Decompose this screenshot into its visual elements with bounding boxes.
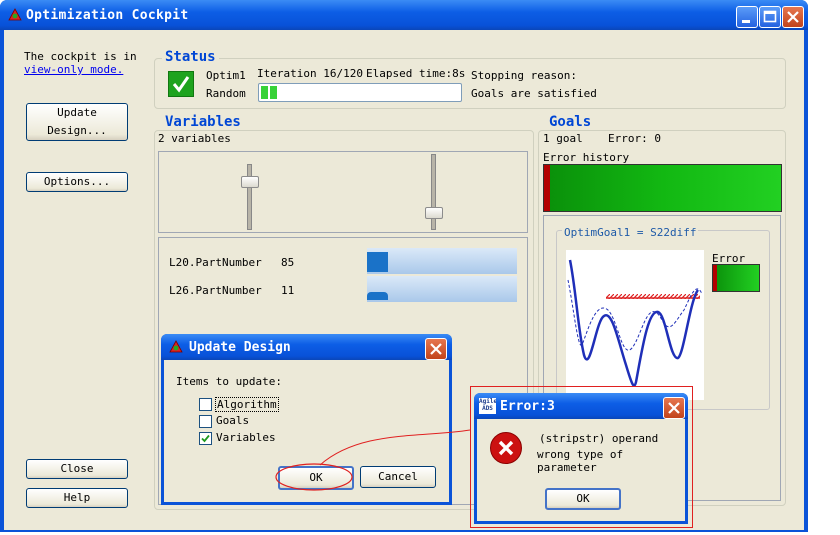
error-message-line1: (stripstr) operand [539, 432, 659, 445]
update-dialog-titlebar[interactable]: Update Design [161, 334, 452, 360]
close-icon [430, 343, 442, 355]
title-bar[interactable]: Optimization Cockpit [0, 0, 808, 30]
error-message-line2: wrong type of parameter [537, 448, 624, 474]
error-history-initial [544, 165, 550, 211]
mode-text: Random [206, 87, 246, 100]
iteration-text: Iteration 16/120 [257, 67, 363, 80]
goal-error-initial [713, 265, 717, 291]
update-dialog-body: Items to update: Algorithm Goals Variabl… [164, 360, 449, 502]
maximize-icon [763, 10, 777, 23]
stopping-reason: Goals are satisfied [471, 87, 597, 100]
slider-thumb-2[interactable] [425, 207, 443, 219]
goals-title: Goals [546, 114, 595, 130]
algorithm-checkbox[interactable] [199, 398, 212, 411]
items-to-update-label: Items to update: [176, 375, 282, 388]
goal-error-bar [712, 264, 760, 292]
status-title: Status [162, 49, 219, 65]
status-ok-icon [168, 71, 194, 97]
goal-plot [566, 250, 704, 400]
error-dialog: Agilent ADS Error:3 (stripstr) operand w… [474, 393, 688, 524]
variables-label[interactable]: Variables [216, 431, 276, 444]
view-only-note: The cockpit is in view-only mode. [24, 50, 144, 76]
error-dialog-titlebar[interactable]: Agilent ADS Error:3 [474, 393, 688, 419]
param-value: 85 [281, 256, 295, 269]
minimize-button[interactable] [736, 6, 758, 28]
param-label: L26.PartNumber [169, 284, 262, 297]
error-icon [490, 432, 522, 464]
slider-track-1 [247, 164, 252, 230]
algorithm-label[interactable]: Algorithm [215, 397, 279, 412]
optim-name: Optim1 [206, 69, 246, 82]
goals-checkbox[interactable] [199, 415, 212, 428]
goal-name: OptimGoal1 = S22diff [562, 226, 699, 239]
param-bar-2 [367, 276, 517, 302]
options-button[interactable]: Options... [26, 172, 128, 192]
maximize-button[interactable] [759, 6, 781, 28]
update-cancel-button[interactable]: Cancel [360, 466, 436, 488]
variables-checkbox[interactable] [199, 432, 212, 445]
error-dialog-body: (stripstr) operand wrong type of paramet… [477, 419, 685, 521]
error-ok-button[interactable]: OK [545, 488, 621, 510]
close-icon [787, 11, 799, 23]
variables-count: 2 variables [158, 132, 231, 145]
param-bar-1 [367, 248, 517, 274]
close-button[interactable]: Close [26, 459, 128, 479]
sliders-panel [158, 151, 528, 233]
update-design-dialog: Update Design Items to update: Algorithm… [161, 334, 452, 505]
goals-label[interactable]: Goals [216, 414, 249, 427]
progress-fill [261, 86, 277, 99]
error-dialog-title: Error:3 [500, 399, 555, 414]
goals-error: Error: 0 [608, 132, 661, 145]
update-design-button[interactable]: Update Design... [26, 103, 128, 141]
error-history-label: Error history [543, 151, 630, 164]
slider-thumb-1[interactable] [241, 176, 259, 188]
param-bar-fill [367, 252, 388, 272]
variables-title: Variables [162, 114, 244, 130]
stopping-reason-label: Stopping reason: [471, 69, 577, 82]
app-icon [8, 8, 22, 21]
help-button[interactable]: Help [26, 488, 128, 508]
status-group [154, 58, 786, 109]
param-value: 11 [281, 284, 295, 297]
ads-app-icon: Agilent ADS [479, 398, 496, 414]
error-dialog-close-button[interactable] [663, 397, 685, 419]
view-only-text: The cockpit is in [24, 50, 137, 63]
error-history-chart [543, 164, 782, 212]
param-label: L20.PartNumber [169, 256, 262, 269]
update-ok-button[interactable]: OK [278, 466, 354, 490]
param-bar-fill [367, 292, 388, 300]
window-title: Optimization Cockpit [26, 8, 189, 23]
close-icon [668, 402, 680, 414]
update-dialog-close-button[interactable] [425, 338, 447, 360]
elapsed-time: Elapsed time:8s [366, 67, 466, 80]
close-window-button[interactable] [782, 6, 804, 28]
update-dialog-title: Update Design [189, 340, 291, 355]
checkmark-icon [201, 434, 210, 443]
minimize-icon [742, 20, 750, 23]
progress-bar [258, 83, 462, 102]
goals-count: 1 goal [543, 132, 583, 145]
app-icon [169, 340, 183, 353]
view-only-link[interactable]: view-only mode. [24, 63, 123, 76]
